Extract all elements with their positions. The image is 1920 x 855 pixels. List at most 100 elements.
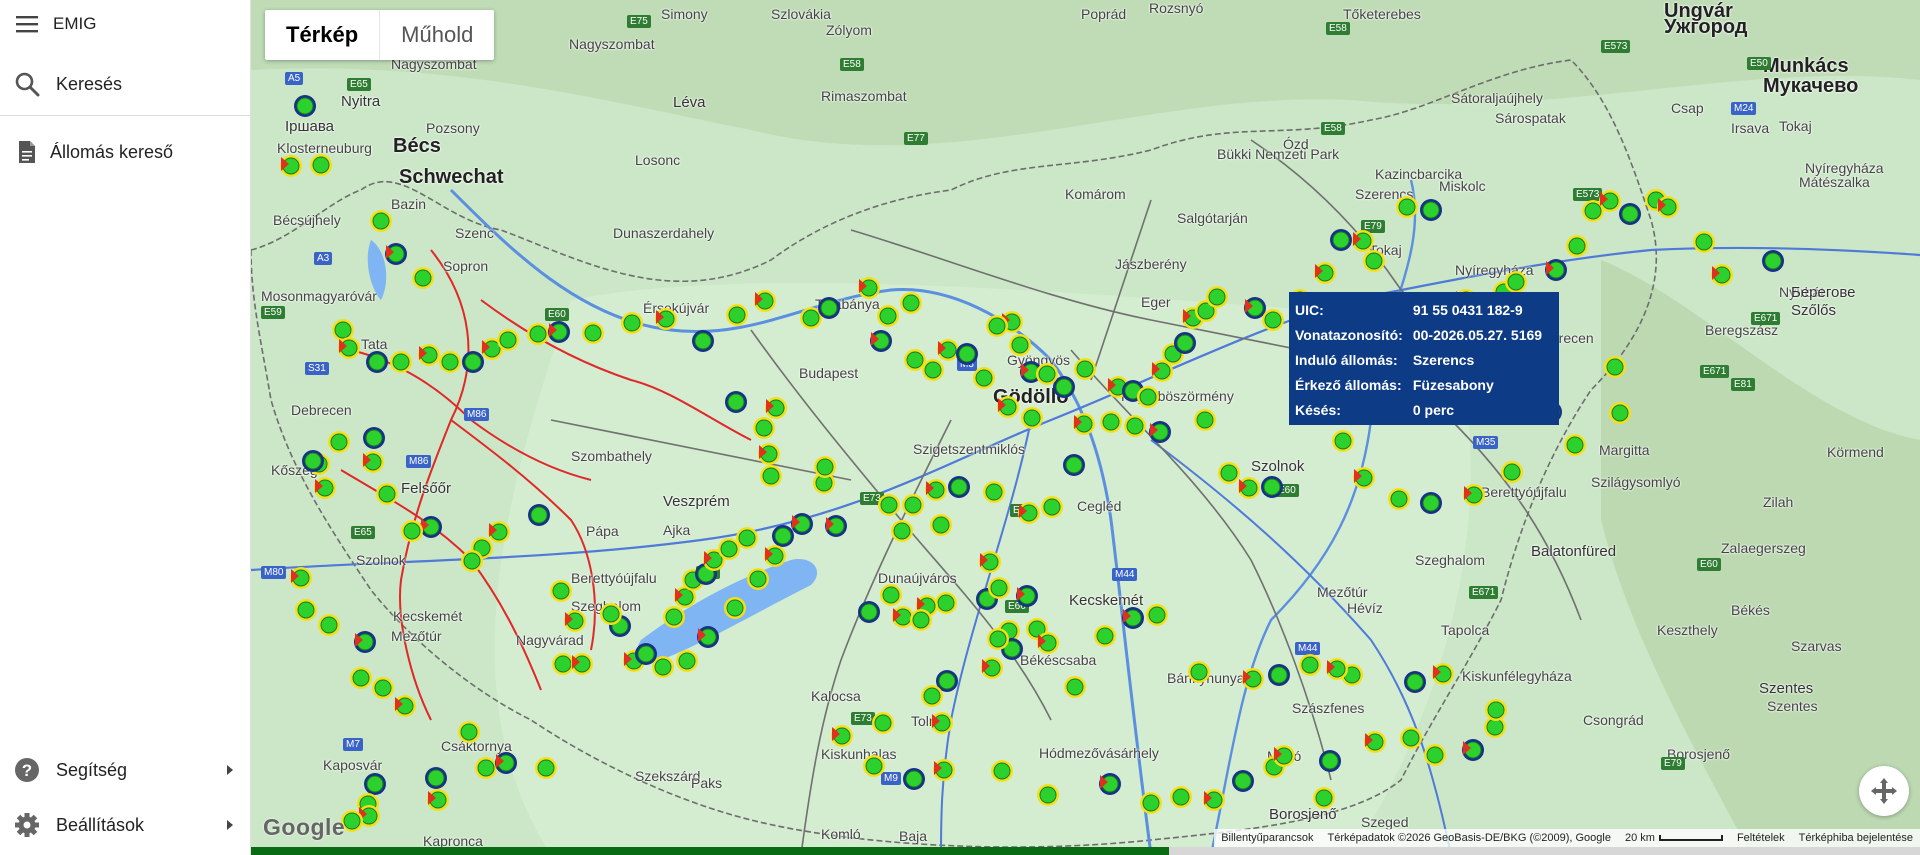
station-finder-button[interactable]: Állomás kereső	[0, 134, 251, 170]
train-marker[interactable]	[1319, 750, 1341, 772]
train-marker[interactable]	[462, 351, 484, 373]
train-marker[interactable]	[1564, 434, 1586, 456]
terms-link[interactable]: Feltételek	[1730, 832, 1792, 844]
train-marker[interactable]	[294, 95, 316, 117]
train-marker[interactable]	[1124, 415, 1146, 437]
train-marker[interactable]	[1037, 632, 1059, 654]
train-marker[interactable]	[825, 515, 847, 537]
train-marker[interactable]	[921, 685, 943, 707]
train-marker[interactable]	[280, 155, 302, 177]
train-marker[interactable]	[1432, 663, 1454, 685]
train-marker[interactable]	[1122, 607, 1144, 629]
train-marker[interactable]	[878, 494, 900, 516]
report-error-link[interactable]: Térképhiba bejelentése	[1792, 832, 1920, 844]
train-marker[interactable]	[754, 290, 776, 312]
train-marker[interactable]	[564, 610, 586, 632]
train-marker[interactable]	[1242, 668, 1264, 690]
keyboard-shortcuts-link[interactable]: Billentyűparancsok	[1214, 832, 1320, 844]
train-marker[interactable]	[1021, 407, 1043, 429]
train-marker[interactable]	[1194, 409, 1216, 431]
train-marker[interactable]	[933, 759, 955, 781]
train-marker[interactable]	[1238, 477, 1260, 499]
train-marker[interactable]	[370, 210, 392, 232]
train-marker[interactable]	[870, 330, 892, 352]
train-marker[interactable]	[1018, 502, 1040, 524]
train-marker[interactable]	[1037, 784, 1059, 806]
train-marker[interactable]	[1501, 461, 1523, 483]
train-marker[interactable]	[1041, 496, 1063, 518]
train-marker[interactable]	[1363, 250, 1385, 272]
train-marker[interactable]	[1326, 658, 1348, 680]
train-marker[interactable]	[925, 479, 947, 501]
train-marker[interactable]	[1762, 250, 1784, 272]
train-marker[interactable]	[1073, 413, 1095, 435]
train-marker[interactable]	[931, 712, 953, 734]
train-marker[interactable]	[937, 339, 959, 361]
train-marker[interactable]	[764, 545, 786, 567]
train-marker[interactable]	[655, 308, 677, 330]
train-marker[interactable]	[948, 476, 970, 498]
train-marker[interactable]	[390, 351, 412, 373]
train-marker[interactable]	[747, 568, 769, 590]
train-marker[interactable]	[425, 767, 447, 789]
train-marker[interactable]	[302, 450, 324, 472]
train-marker[interactable]	[726, 304, 748, 326]
train-marker[interactable]	[692, 330, 714, 352]
train-marker[interactable]	[1353, 467, 1375, 489]
train-marker[interactable]	[772, 525, 794, 547]
train-marker[interactable]	[973, 367, 995, 389]
train-marker[interactable]	[488, 521, 510, 543]
train-marker[interactable]	[1352, 230, 1374, 252]
train-marker[interactable]	[582, 322, 604, 344]
train-marker[interactable]	[1036, 363, 1058, 385]
train-marker[interactable]	[290, 567, 312, 589]
train-marker[interactable]	[366, 351, 388, 373]
train-marker[interactable]	[1244, 297, 1266, 319]
train-marker[interactable]	[354, 631, 376, 653]
train-marker[interactable]	[350, 667, 372, 689]
train-marker[interactable]	[922, 359, 944, 381]
train-marker[interactable]	[814, 456, 836, 478]
train-marker[interactable]	[753, 417, 775, 439]
train-marker[interactable]	[527, 323, 549, 345]
train-marker[interactable]	[497, 329, 519, 351]
train-marker[interactable]	[1313, 787, 1335, 809]
train-marker[interactable]	[831, 725, 853, 747]
train-marker[interactable]	[1206, 286, 1228, 308]
settings-menu-item[interactable]: Beállítások	[0, 807, 251, 843]
train-marker[interactable]	[1064, 676, 1086, 698]
train-marker[interactable]	[418, 344, 440, 366]
train-marker[interactable]	[724, 597, 746, 619]
menu-icon[interactable]	[14, 11, 40, 37]
train-marker[interactable]	[1388, 488, 1410, 510]
train-marker[interactable]	[439, 351, 461, 373]
train-marker[interactable]	[1137, 386, 1159, 408]
train-marker[interactable]	[1463, 484, 1485, 506]
train-marker[interactable]	[979, 551, 1001, 573]
train-marker[interactable]	[1400, 727, 1422, 749]
train-marker[interactable]	[858, 277, 880, 299]
train-marker[interactable]	[1462, 739, 1484, 761]
train-marker[interactable]	[1314, 262, 1336, 284]
train-marker[interactable]	[1619, 203, 1641, 225]
train-marker[interactable]	[1232, 770, 1254, 792]
train-marker[interactable]	[314, 477, 336, 499]
train-marker[interactable]	[328, 431, 350, 453]
train-marker[interactable]	[791, 513, 813, 535]
map-type-map-button[interactable]: Térkép	[265, 10, 381, 60]
train-marker[interactable]	[903, 768, 925, 790]
train-marker[interactable]	[1188, 661, 1210, 683]
train-marker[interactable]	[1420, 492, 1442, 514]
train-marker[interactable]	[427, 789, 449, 811]
train-marker[interactable]	[1566, 235, 1588, 257]
train-marker[interactable]	[458, 721, 480, 743]
train-marker[interactable]	[987, 628, 1009, 650]
train-marker[interactable]	[552, 653, 574, 675]
train-marker[interactable]	[1146, 604, 1168, 626]
train-marker[interactable]	[1364, 731, 1386, 753]
train-marker[interactable]	[880, 584, 902, 606]
scale-indicator[interactable]: 20 km	[1618, 832, 1730, 844]
train-marker[interactable]	[1203, 789, 1225, 811]
train-marker[interactable]	[412, 267, 434, 289]
train-marker[interactable]	[1268, 664, 1290, 686]
